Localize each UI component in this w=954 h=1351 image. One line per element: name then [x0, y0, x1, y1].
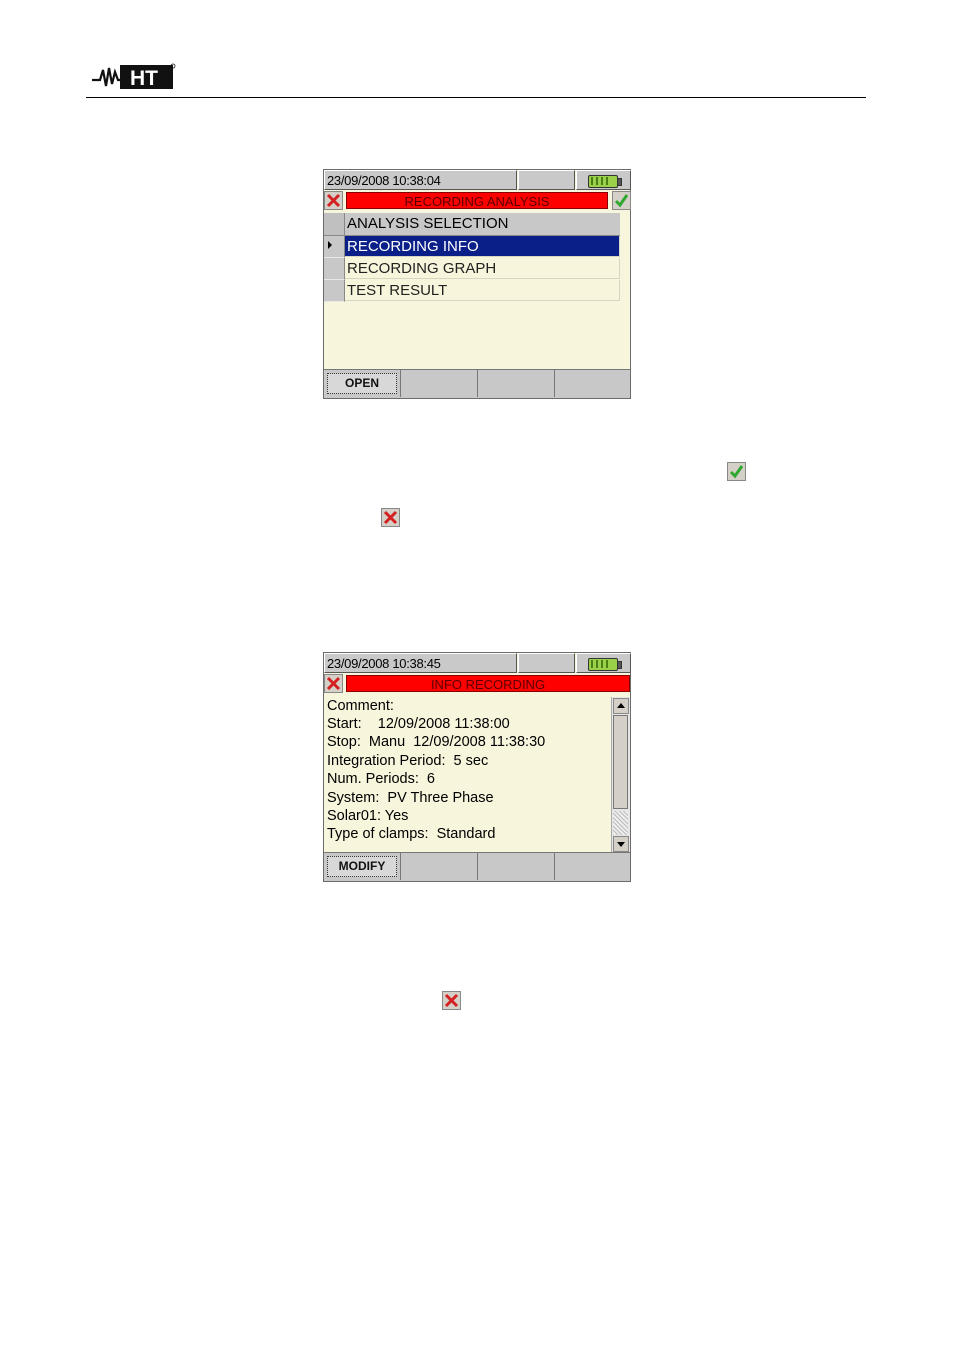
confirm-icon-inline	[727, 462, 746, 481]
softkey-3[interactable]	[478, 853, 555, 880]
info-line-solar01: Solar01: Yes	[327, 808, 409, 824]
recording-analysis-screen: 23/09/2008 10:38:04 RECORDING ANALYSIS A…	[323, 169, 631, 399]
close-button[interactable]	[324, 674, 343, 693]
info-line-comment: Comment:	[327, 698, 394, 714]
ht-logo: HT	[92, 63, 176, 90]
softkey-4[interactable]	[555, 370, 630, 397]
softkey-bar: MODIFY	[324, 852, 630, 881]
close-icon-inline	[442, 991, 461, 1010]
close-icon-inline	[381, 508, 400, 527]
info-line-num-periods: Num. Periods: 6	[327, 771, 435, 787]
status-bar: 23/09/2008 10:38:04	[324, 170, 631, 190]
row-stub	[324, 280, 345, 302]
info-line-clamps: Type of clamps: Standard	[327, 826, 496, 842]
row-stub	[324, 236, 345, 258]
softkey-4[interactable]	[555, 853, 630, 880]
title-bar: RECORDING ANALYSIS	[324, 191, 631, 211]
list-item-test-result[interactable]: TEST RESULT	[324, 280, 620, 302]
list-item-recording-graph[interactable]: RECORDING GRAPH	[324, 258, 620, 280]
softkey-bar: OPEN	[324, 369, 630, 398]
info-line-start: Start: 12/09/2008 11:38:00	[327, 716, 510, 732]
open-button[interactable]: OPEN	[327, 373, 397, 394]
logo-text: HT	[130, 67, 158, 90]
confirm-check-icon	[614, 194, 629, 208]
confirm-button[interactable]	[612, 191, 631, 210]
info-line-integration-period: Integration Period: 5 sec	[327, 753, 489, 769]
confirm-check-icon	[729, 465, 744, 479]
close-icon	[326, 193, 341, 208]
list-header-label: ANALYSIS SELECTION	[347, 215, 509, 232]
row-stub	[324, 258, 345, 280]
list-item-recording-info[interactable]: RECORDING INFO	[324, 236, 620, 258]
close-icon	[383, 510, 398, 525]
close-button[interactable]	[324, 191, 343, 210]
softkey-1[interactable]: OPEN	[324, 370, 401, 397]
scrollbar[interactable]	[611, 697, 630, 853]
screen-title: RECORDING ANALYSIS	[346, 192, 608, 209]
softkey-1[interactable]: MODIFY	[324, 853, 401, 880]
softkey-2[interactable]	[401, 370, 478, 397]
status-datetime: 23/09/2008 10:38:45	[324, 653, 517, 673]
status-battery-cell	[576, 170, 631, 190]
screen-title: INFO RECORDING	[346, 675, 630, 692]
list-item-label: RECORDING INFO	[345, 236, 620, 257]
list-header: ANALYSIS SELECTION	[324, 213, 620, 236]
modify-button[interactable]: MODIFY	[327, 856, 397, 877]
selection-arrow-icon	[328, 241, 332, 249]
status-datetime: 23/09/2008 10:38:04	[324, 170, 517, 190]
info-recording-screen: 23/09/2008 10:38:45 INFO RECORDING Comme…	[323, 652, 631, 882]
battery-icon	[588, 658, 622, 671]
scroll-down-icon[interactable]	[613, 836, 629, 852]
status-battery-cell	[576, 653, 631, 673]
header-rule	[86, 97, 866, 98]
softkey-3[interactable]	[478, 370, 555, 397]
close-icon	[326, 676, 341, 691]
list-header-stub	[324, 213, 345, 235]
status-empty-cell	[518, 170, 575, 190]
info-line-system: System: PV Three Phase	[327, 790, 494, 806]
info-line-stop: Stop: Manu 12/09/2008 11:38:30	[327, 734, 546, 750]
battery-icon	[588, 175, 622, 188]
status-empty-cell	[518, 653, 575, 673]
list-item-label: RECORDING GRAPH	[345, 258, 620, 279]
scroll-thumb[interactable]	[613, 715, 628, 809]
close-icon	[444, 993, 459, 1008]
softkey-2[interactable]	[401, 853, 478, 880]
scroll-track[interactable]	[613, 811, 628, 835]
list-item-label: TEST RESULT	[345, 280, 620, 301]
recording-info-text: Comment: Start: 12/09/2008 11:38:00 Stop…	[325, 697, 609, 853]
title-bar: INFO RECORDING	[324, 674, 630, 694]
scroll-up-icon[interactable]	[613, 698, 629, 714]
status-bar: 23/09/2008 10:38:45	[324, 653, 631, 673]
